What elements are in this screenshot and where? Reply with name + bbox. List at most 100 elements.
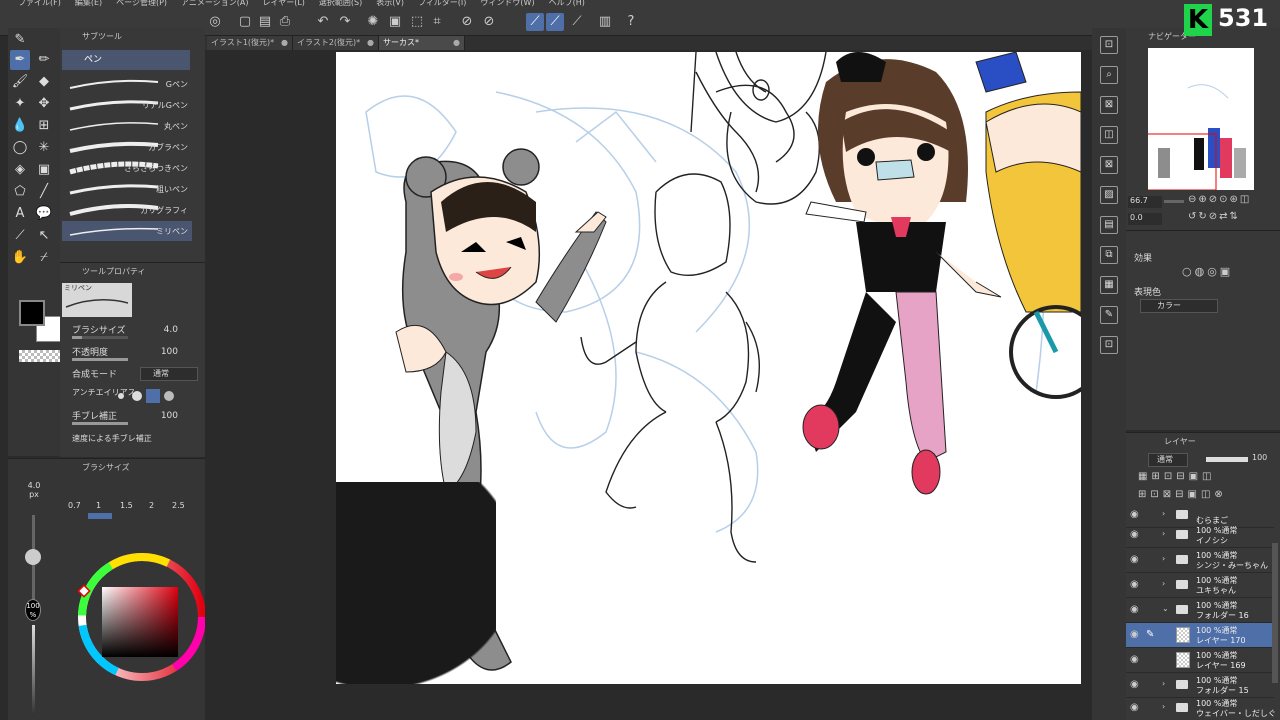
menu-page[interactable]: ページ管理(P) xyxy=(116,0,167,9)
snap-grid-icon[interactable]: ⟋ xyxy=(568,13,586,31)
sub-view-icon[interactable]: ⌕ xyxy=(1100,66,1118,84)
lasso-tool-icon[interactable]: ◯ xyxy=(10,138,30,158)
color-wheel[interactable] xyxy=(60,551,210,681)
correct-line-tool-icon[interactable]: ⟋ xyxy=(10,226,30,246)
visibility-eye-icon[interactable]: ◉ xyxy=(1130,554,1139,565)
move-tool-icon[interactable]: ✥ xyxy=(34,94,54,114)
visibility-eye-icon[interactable]: ◉ xyxy=(1130,529,1139,540)
visibility-eye-icon[interactable]: ◉ xyxy=(1130,679,1139,690)
slider-fill[interactable] xyxy=(72,422,128,425)
brush-tool-icon[interactable]: 🖌 xyxy=(10,72,30,92)
opacity-value[interactable]: 100 xyxy=(161,347,178,357)
size-preset-0-7[interactable]: 0.7 xyxy=(68,501,81,510)
pencil-tool-icon[interactable]: ✏ xyxy=(34,50,54,70)
layer-row-waver[interactable]: ◉ › 100 %通常 ウェイバー・しだしぐ xyxy=(1126,696,1276,720)
layer-blend-select[interactable]: 通常 xyxy=(1148,453,1188,467)
edit-icon[interactable]: ✎ xyxy=(1100,306,1118,324)
brush-item-calligraphy[interactable]: カリグラフィ xyxy=(62,200,192,220)
auto-select-tool-icon[interactable]: ✳ xyxy=(34,138,54,158)
effect-buttons[interactable]: ○◍◎▣ xyxy=(1182,265,1233,278)
size-preset-2-5[interactable]: 2.5 xyxy=(172,501,185,510)
visibility-eye-icon[interactable]: ◉ xyxy=(1130,579,1139,590)
layer-command-icons[interactable]: ▦⊞⊡⊟▣◫ xyxy=(1138,471,1215,482)
menu-animation[interactable]: アニメーション(A) xyxy=(181,0,248,9)
menu-file[interactable]: ファイル(F) xyxy=(18,0,61,9)
history-icon[interactable]: ▤ xyxy=(1100,216,1118,234)
visibility-eye-icon[interactable]: ◉ xyxy=(1130,509,1139,520)
clear-icon[interactable]: ▣ xyxy=(386,13,404,31)
layer-row-layer170[interactable]: ◉ ✎ 100 %通常 レイヤー 170 xyxy=(1126,623,1274,648)
undo-icon[interactable]: ↶ xyxy=(314,13,332,31)
stabilizer-property[interactable]: 手ブレ補正 100 xyxy=(72,409,200,427)
snap-special-ruler-icon[interactable]: ⟋ xyxy=(546,13,564,31)
auto-action-icon[interactable]: ⧉ xyxy=(1100,246,1118,264)
antialias-strong-icon[interactable] xyxy=(164,391,174,401)
fill-tool-icon[interactable]: ◈ xyxy=(10,160,30,180)
eraser-tool-icon[interactable]: ◆ xyxy=(34,72,54,92)
text-tool-icon[interactable]: A xyxy=(10,204,30,224)
doc-tab-illust2[interactable]: イラスト2(復元)* ● xyxy=(293,36,379,50)
layer-row-yuki[interactable]: ◉ › 100 %通常 ユキちゃん xyxy=(1126,573,1274,598)
balloon-tool-icon[interactable]: 💬 xyxy=(34,204,54,224)
drawing-canvas[interactable] xyxy=(336,52,1081,684)
menu-selection[interactable]: 選択範囲(S) xyxy=(319,0,362,9)
transform-icon[interactable]: ⬚ xyxy=(408,13,426,31)
blend-mode-select[interactable]: 通常 xyxy=(140,367,198,381)
blend-mode-property[interactable]: 合成モード 通常 xyxy=(72,367,200,385)
layer-action-icons[interactable]: ⊞⊡⊠⊟▣◫⊗ xyxy=(1138,489,1227,500)
brush-tab-icon[interactable]: ✎ xyxy=(10,30,30,50)
size-preset-1-5[interactable]: 1.5 xyxy=(120,501,133,510)
subtool-group-pen[interactable]: ペン xyxy=(62,50,190,70)
chevron-right-icon[interactable]: › xyxy=(1162,702,1165,711)
navigator-icon[interactable]: ⊡ xyxy=(1100,36,1118,54)
visibility-eye-icon[interactable]: ◉ xyxy=(1130,629,1139,640)
visibility-eye-icon[interactable]: ◉ xyxy=(1130,604,1139,615)
doc-tab-circus[interactable]: サーカス* ● xyxy=(379,36,465,50)
slider-fill[interactable] xyxy=(72,358,128,361)
visibility-eye-icon[interactable]: ◉ xyxy=(1130,702,1139,713)
brush-item-kabura-pen[interactable]: カブラペン xyxy=(62,137,192,157)
figure-tool-icon[interactable]: ⬠ xyxy=(10,182,30,202)
chevron-right-icon[interactable]: › xyxy=(1162,529,1165,538)
open-folder-icon[interactable]: ▤ xyxy=(256,13,274,31)
zoom-slider[interactable] xyxy=(1164,200,1184,203)
chevron-right-icon[interactable]: › xyxy=(1162,509,1165,518)
brush-item-g-pen[interactable]: Gペン xyxy=(62,74,192,94)
menu-help[interactable]: ヘルプ(H) xyxy=(549,0,585,9)
deselect-icon[interactable]: ⊘ xyxy=(458,13,476,31)
layer-property-icon[interactable]: ◫ xyxy=(1100,126,1118,144)
layer-opacity-value[interactable]: 100 xyxy=(1252,453,1267,462)
zoom-buttons[interactable]: ⊖⊕⊘⊙⊛◫ xyxy=(1188,194,1251,205)
brush-size-value[interactable]: 4.0 xyxy=(164,325,178,335)
close-icon[interactable]: ● xyxy=(367,36,374,50)
info-icon[interactable]: ⊡ xyxy=(1100,336,1118,354)
snap-ruler-icon[interactable]: ⟋ xyxy=(526,13,544,31)
chevron-down-icon[interactable]: ⌄ xyxy=(1162,604,1169,613)
main-color-swatch[interactable] xyxy=(19,300,45,326)
menu-filter[interactable]: フィルター(I) xyxy=(418,0,466,9)
opacity-property[interactable]: 不透明度 100 xyxy=(72,345,200,363)
gradient-tool-icon[interactable]: ▣ xyxy=(34,160,54,180)
size-preset-2[interactable]: 2 xyxy=(149,501,154,510)
stabilizer-value[interactable]: 100 xyxy=(161,411,178,421)
brush-item-coarse-pen[interactable]: 粗いペン xyxy=(62,179,192,199)
size-slider-thumb[interactable] xyxy=(25,549,41,565)
brush-item-milli-pen[interactable]: ミリペン xyxy=(62,221,192,241)
rotation-input[interactable]: 0.0 xyxy=(1128,213,1162,225)
menu-window[interactable]: ウィンドウ(W) xyxy=(480,0,534,9)
speed-stabilizer-property[interactable]: 速度による手ブレ補正 xyxy=(72,433,200,445)
mesh-tool-icon[interactable]: ⊞ xyxy=(34,116,54,136)
blend-tool-icon[interactable]: 💧 xyxy=(10,116,30,136)
layer-row-shinji[interactable]: ◉ › 100 %通常 シンジ・みーちゃん xyxy=(1126,548,1274,573)
crop-icon[interactable]: ⌗ xyxy=(428,13,446,31)
airbrush-tool-icon[interactable]: ✦ xyxy=(10,94,30,114)
brush-item-rough-pen[interactable]: さらさらつきペン xyxy=(62,158,192,178)
expression-color-select[interactable]: カラー xyxy=(1140,299,1218,313)
layer-scrollbar[interactable] xyxy=(1272,543,1278,683)
loading-icon[interactable]: ✺ xyxy=(364,13,382,31)
material-icon[interactable]: ⊠ xyxy=(1100,96,1118,114)
chevron-right-icon[interactable]: › xyxy=(1162,679,1165,688)
close-icon[interactable]: ● xyxy=(453,36,460,50)
clip-studio-icon[interactable]: ◎ xyxy=(206,13,224,31)
text-window-icon[interactable]: ▥ xyxy=(596,13,614,31)
